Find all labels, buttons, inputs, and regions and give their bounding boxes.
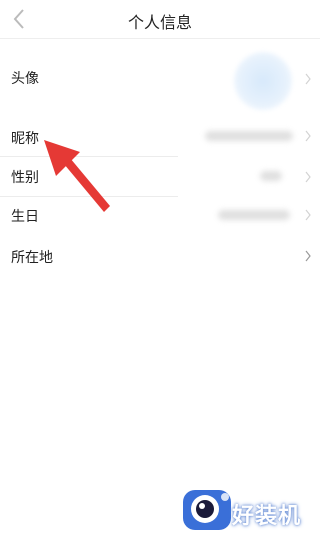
- top-navigation-bar: 个人信息: [0, 0, 320, 39]
- chevron-right-icon: [305, 171, 311, 183]
- chevron-right-icon: [305, 209, 311, 221]
- nickname-label: 昵称: [11, 131, 39, 147]
- chevron-right-icon: [305, 250, 311, 262]
- chevron-right-icon: [305, 130, 311, 142]
- watermark-text: 好装机: [232, 504, 302, 529]
- chevron-right-icon: [305, 73, 311, 85]
- nickname-value: [205, 131, 293, 141]
- avatar-label: 头像: [11, 71, 39, 87]
- location-row[interactable]: 所在地: [0, 237, 320, 276]
- avatar[interactable]: [234, 52, 292, 110]
- birthday-label: 生日: [11, 209, 39, 225]
- birthday-value: [218, 210, 290, 220]
- red-arrow-annotation: [44, 140, 110, 212]
- page-title: 个人信息: [127, 13, 192, 32]
- gender-value: [260, 171, 282, 181]
- location-label: 所在地: [11, 250, 53, 266]
- gender-label: 性别: [11, 170, 39, 186]
